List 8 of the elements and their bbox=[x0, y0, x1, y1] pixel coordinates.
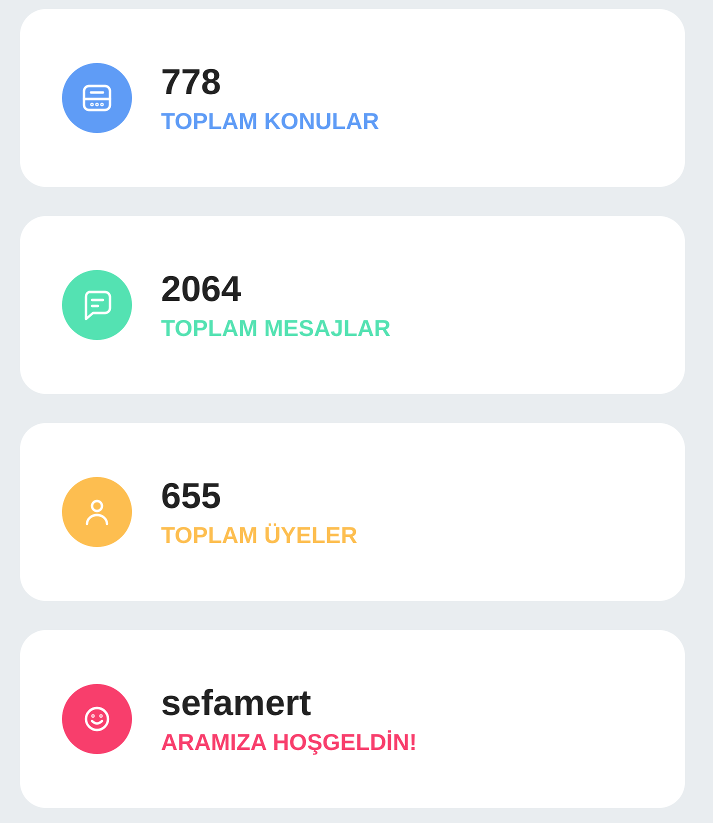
stat-label: TOPLAM ÜYELER bbox=[161, 521, 358, 549]
username: sefamert bbox=[161, 682, 312, 724]
stat-value: 2064 bbox=[161, 268, 242, 310]
stat-label: TOPLAM KONULAR bbox=[161, 107, 380, 135]
stat-value: 778 bbox=[161, 61, 222, 103]
stat-label: TOPLAM MESAJLAR bbox=[161, 314, 391, 342]
stat-value: 655 bbox=[161, 475, 222, 517]
stat-label: ARAMIZA HOŞGELDİN! bbox=[161, 728, 417, 756]
